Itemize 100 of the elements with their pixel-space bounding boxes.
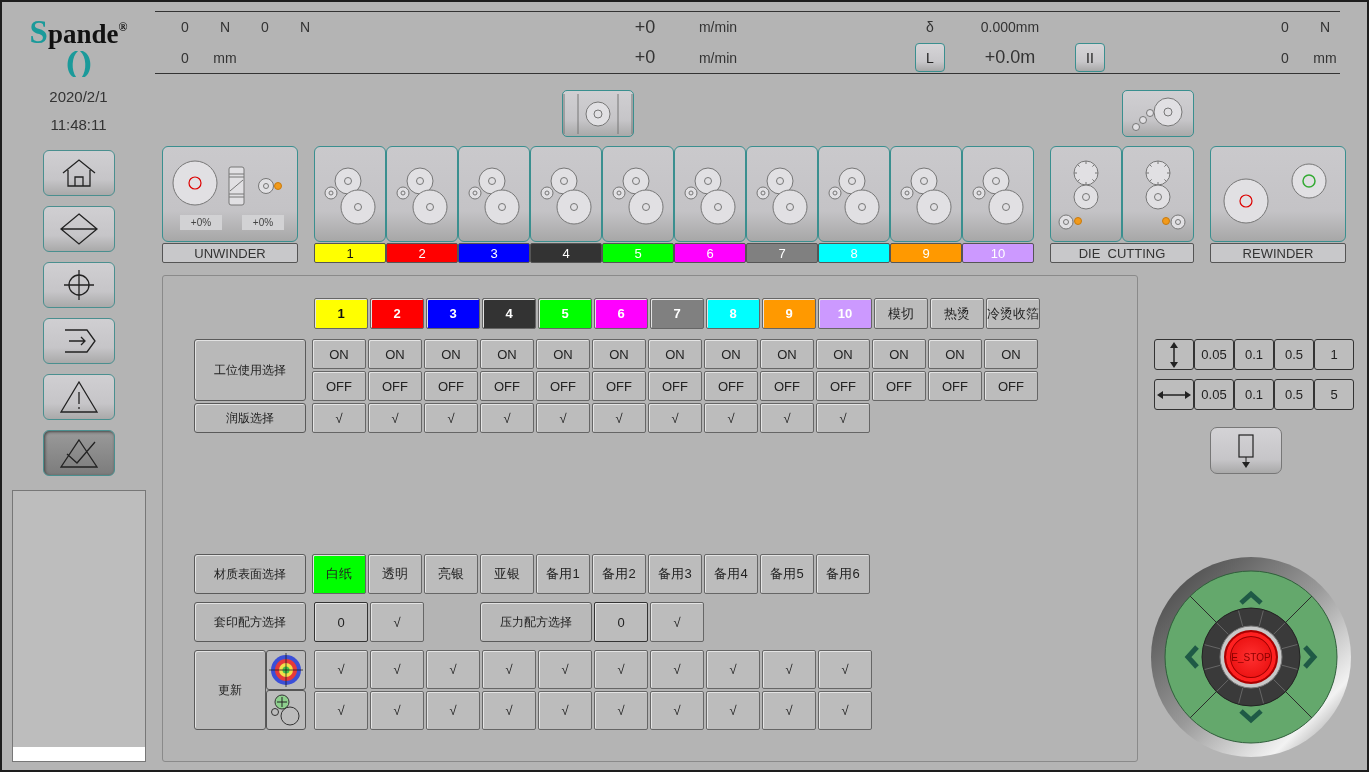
up-chevron-icon[interactable] [1239,590,1263,605]
check-button[interactable]: √ [314,650,368,689]
material-option[interactable]: 透明 [368,554,422,594]
print-unit-tile[interactable] [386,146,458,242]
check-button[interactable]: √ [594,691,648,730]
off-button[interactable]: OFF [592,371,646,401]
on-button[interactable]: ON [928,339,982,369]
off-button[interactable]: OFF [704,371,758,401]
check-button[interactable]: √ [370,650,424,689]
material-option[interactable]: 备用4 [704,554,758,594]
on-button[interactable]: ON [592,339,646,369]
check-button[interactable]: √ [536,403,590,433]
print-unit-tile[interactable] [890,146,962,242]
check-button[interactable]: √ [426,650,480,689]
step-button[interactable]: 0.05 [1194,379,1234,410]
material-option[interactable]: 备用5 [760,554,814,594]
material-option[interactable]: 白纸 [312,554,366,594]
on-button[interactable]: ON [984,339,1038,369]
check-button[interactable]: √ [592,403,646,433]
off-button[interactable]: OFF [872,371,926,401]
off-button[interactable]: OFF [368,371,422,401]
check-button[interactable]: √ [818,691,872,730]
check-button[interactable]: √ [706,650,760,689]
target-button[interactable] [266,650,306,690]
check-button[interactable]: √ [370,691,424,730]
print-unit-tile[interactable] [530,146,602,242]
check-button[interactable]: √ [368,403,422,433]
roller-add-button[interactable] [266,690,306,730]
left-chevron-icon[interactable] [1184,645,1199,669]
check-button[interactable]: √ [314,691,368,730]
off-button[interactable]: OFF [536,371,590,401]
check-button[interactable]: √ [760,403,814,433]
on-button[interactable]: ON [816,339,870,369]
print-unit-tile[interactable] [602,146,674,242]
on-button[interactable]: ON [424,339,478,369]
recipe-field[interactable]: 0 [314,602,368,642]
off-button[interactable]: OFF [480,371,534,401]
on-button[interactable]: ON [312,339,366,369]
axis-button[interactable] [1154,339,1194,370]
header-button[interactable]: II [1075,43,1105,73]
print-unit-tile[interactable] [746,146,818,242]
recipe-field[interactable]: 0 [594,602,648,642]
check-button[interactable]: √ [816,403,870,433]
check-button[interactable]: √ [370,602,424,642]
lower-button[interactable] [1210,427,1282,474]
material-option[interactable]: 亚银 [480,554,534,594]
on-button[interactable]: ON [872,339,926,369]
check-button[interactable]: √ [650,691,704,730]
on-button[interactable]: ON [704,339,758,369]
axis-button[interactable] [1154,379,1194,410]
print-unit-tile[interactable] [818,146,890,242]
material-option[interactable]: 备用2 [592,554,646,594]
off-button[interactable]: OFF [760,371,814,401]
check-button[interactable]: √ [706,691,760,730]
material-option[interactable]: 备用1 [536,554,590,594]
off-button[interactable]: OFF [928,371,982,401]
on-button[interactable]: ON [760,339,814,369]
step-button[interactable]: 0.1 [1234,339,1274,370]
roller-button[interactable] [562,90,634,137]
check-button[interactable]: √ [538,650,592,689]
step-button[interactable]: 5 [1314,379,1354,410]
check-button[interactable]: √ [594,650,648,689]
check-button[interactable]: √ [648,403,702,433]
check-button[interactable]: √ [482,650,536,689]
material-option[interactable]: 备用3 [648,554,702,594]
step-button[interactable]: 0.5 [1274,379,1314,410]
on-button[interactable]: ON [480,339,534,369]
die-cutting-tile[interactable] [1050,146,1122,242]
step-button[interactable]: 0.5 [1274,339,1314,370]
check-button[interactable]: √ [704,403,758,433]
check-button[interactable]: √ [650,650,704,689]
print-unit-tile[interactable] [674,146,746,242]
nav-button[interactable] [42,318,115,364]
check-button[interactable]: √ [538,691,592,730]
print-unit-tile[interactable] [314,146,386,242]
material-option[interactable]: 备用6 [816,554,870,594]
off-button[interactable]: OFF [424,371,478,401]
check-button[interactable]: √ [762,691,816,730]
roller-button[interactable] [1122,90,1194,137]
on-button[interactable]: ON [648,339,702,369]
check-button[interactable]: √ [650,602,704,642]
unwinder-tile[interactable]: +0% +0% [162,146,298,242]
step-button[interactable]: 0.05 [1194,339,1234,370]
off-button[interactable]: OFF [816,371,870,401]
nav-button[interactable] [42,206,115,252]
off-button[interactable]: OFF [312,371,366,401]
check-button[interactable]: √ [312,403,366,433]
on-button[interactable]: ON [368,339,422,369]
step-button[interactable]: 0.1 [1234,379,1274,410]
material-option[interactable]: 亮银 [424,554,478,594]
step-button[interactable]: 1 [1314,339,1354,370]
check-button[interactable]: √ [482,691,536,730]
rewinder-tile[interactable] [1210,146,1346,242]
header-button[interactable]: L [915,43,945,73]
off-button[interactable]: OFF [984,371,1038,401]
check-button[interactable]: √ [426,691,480,730]
check-button[interactable]: √ [818,650,872,689]
check-button[interactable]: √ [424,403,478,433]
print-unit-tile[interactable] [962,146,1034,242]
nav-button[interactable] [42,262,115,308]
